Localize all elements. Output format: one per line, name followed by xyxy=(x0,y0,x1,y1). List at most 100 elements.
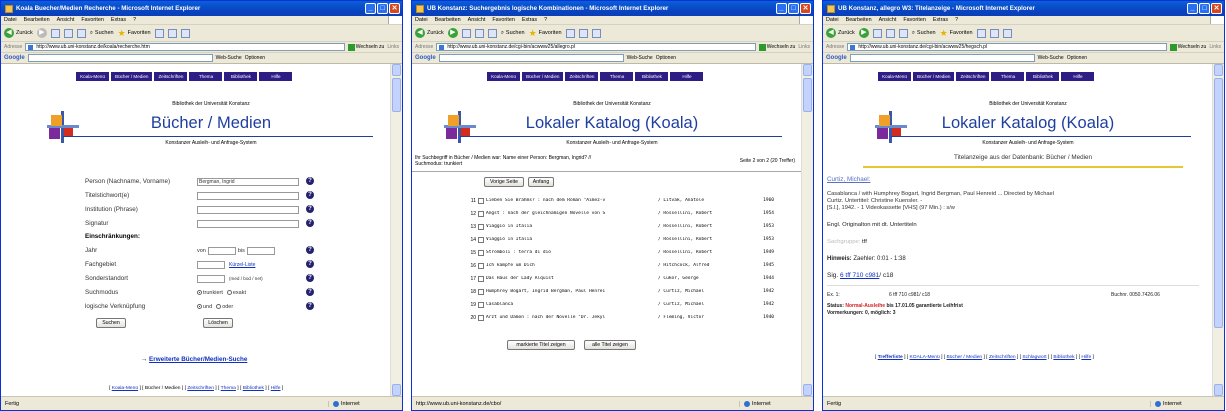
back-button[interactable]: ◀ Zurück xyxy=(826,28,855,38)
home-icon[interactable] xyxy=(76,28,86,38)
result-checkbox[interactable] xyxy=(478,288,484,295)
home-icon[interactable] xyxy=(898,28,908,38)
refresh-icon[interactable] xyxy=(885,28,895,38)
menu-edit[interactable]: Bearbeiten xyxy=(435,17,461,23)
logic-and-radio[interactable] xyxy=(197,304,202,309)
location-input[interactable] xyxy=(197,274,225,283)
menu-edit[interactable]: Bearbeiten xyxy=(846,17,872,23)
result-checkbox[interactable] xyxy=(478,301,484,308)
maximize-icon[interactable]: □ xyxy=(377,3,388,14)
history-icon[interactable] xyxy=(976,28,986,38)
footer-topic[interactable]: Thema xyxy=(221,386,236,391)
previous-page-button[interactable]: Vorige Seite xyxy=(484,177,524,187)
google-search-input[interactable] xyxy=(27,54,213,62)
scroll-up-icon[interactable] xyxy=(392,64,401,76)
favorites-button[interactable]: ★ Favoriten xyxy=(529,28,562,38)
search-button[interactable]: ⌕ Suchen xyxy=(501,30,525,37)
menu-tools[interactable]: Extras xyxy=(522,17,537,23)
nav-help[interactable]: Hilfe xyxy=(1061,72,1095,81)
favorites-button[interactable]: ★ Favoriten xyxy=(118,28,151,38)
clear-button[interactable]: Löschen xyxy=(203,318,233,328)
menu-help[interactable]: ? xyxy=(955,17,958,23)
favorites-button[interactable]: ★ Favoriten xyxy=(940,28,973,38)
nav-library[interactable]: Bibliothek xyxy=(1026,72,1060,81)
extended-search-link[interactable]: Erweiterte Bücher/Medien-Suche xyxy=(149,356,247,363)
search-button[interactable]: ⌕ Suchen xyxy=(912,30,936,37)
result-checkbox[interactable] xyxy=(478,223,484,230)
minimize-icon[interactable]: _ xyxy=(1187,3,1198,14)
menu-edit[interactable]: Bearbeiten xyxy=(24,17,50,23)
result-title[interactable]: Das Haus der Lady Alquist xyxy=(486,276,658,281)
menu-favorites[interactable]: Favoriten xyxy=(81,17,103,23)
institution-input[interactable] xyxy=(197,205,299,214)
mail-icon[interactable] xyxy=(989,28,999,38)
menu-help[interactable]: ? xyxy=(544,17,547,23)
search-submit-button[interactable]: Suchen xyxy=(96,318,126,328)
vertical-scrollbar[interactable] xyxy=(801,64,813,396)
back-button[interactable]: ◀ Zurück xyxy=(415,28,444,38)
menu-view[interactable]: Ansicht xyxy=(468,17,486,23)
nav-library[interactable]: Bibliothek xyxy=(224,72,258,81)
shortlist-link[interactable]: Kürzel-Liste xyxy=(229,262,255,268)
help-icon[interactable]: ? xyxy=(306,205,314,213)
menu-favorites[interactable]: Favoriten xyxy=(492,17,514,23)
result-title[interactable]: Stromboli : terra di dio xyxy=(486,250,658,255)
menu-tools[interactable]: Extras xyxy=(111,17,126,23)
year-from-input[interactable] xyxy=(207,246,236,255)
nav-books-media[interactable]: Bücher / Medien xyxy=(111,72,153,81)
result-checkbox[interactable] xyxy=(478,275,484,282)
nav-help[interactable]: Hilfe xyxy=(259,72,293,81)
forward-arrow-icon[interactable]: ▶ xyxy=(447,28,458,38)
vertical-scrollbar[interactable] xyxy=(390,64,402,396)
search-button[interactable]: ⌕ Suchen xyxy=(90,30,114,37)
footer-help[interactable]: Hilfe xyxy=(1081,355,1091,360)
menu-view[interactable]: Ansicht xyxy=(879,17,897,23)
go-button[interactable]: Wechseln zu xyxy=(758,43,795,51)
minimize-icon[interactable]: _ xyxy=(365,3,376,14)
scroll-down-icon[interactable] xyxy=(392,384,401,396)
nav-books-media[interactable]: Bücher / Medien xyxy=(522,72,564,81)
result-title[interactable]: Viaggio in Italia xyxy=(486,237,658,242)
footer-journals[interactable]: Zeitschriften xyxy=(989,355,1016,360)
footer-koala-menu[interactable]: Koala-Menü xyxy=(112,386,138,391)
result-checkbox[interactable] xyxy=(478,210,484,217)
result-checkbox[interactable] xyxy=(478,249,484,256)
start-button[interactable]: Anfang xyxy=(528,177,554,187)
nav-koala-menu[interactable]: Koala-Menü xyxy=(878,72,911,81)
nav-koala-menu[interactable]: Koala-Menü xyxy=(487,72,520,81)
footer-books-media[interactable]: Bücher / Medien xyxy=(947,355,983,360)
history-icon[interactable] xyxy=(154,28,164,38)
result-checkbox[interactable] xyxy=(478,197,484,204)
result-title[interactable]: Arzt und Dämon : nach der Novelle "Dr. J… xyxy=(486,315,658,320)
subject-input[interactable] xyxy=(197,260,225,269)
scroll-thumb[interactable] xyxy=(1214,78,1223,328)
result-checkbox[interactable] xyxy=(478,236,484,243)
author-link[interactable]: Curtiz, Michael: xyxy=(827,176,870,183)
show-all-button[interactable]: alle Titel zeigen xyxy=(584,340,636,350)
maximize-icon[interactable]: □ xyxy=(1199,3,1210,14)
footer-library[interactable]: Bibliothek xyxy=(243,386,264,391)
home-icon[interactable] xyxy=(487,28,497,38)
menu-view[interactable]: Ansicht xyxy=(57,17,75,23)
options-button[interactable]: Optionen xyxy=(1067,55,1087,61)
nav-topic[interactable]: Thema xyxy=(189,72,223,81)
stop-icon[interactable] xyxy=(872,28,882,38)
web-search-button[interactable]: Web-Suche xyxy=(627,55,653,61)
close-icon[interactable]: ✕ xyxy=(800,3,811,14)
nav-books-media[interactable]: Bücher / Medien xyxy=(913,72,955,81)
forward-arrow-icon[interactable]: ▶ xyxy=(36,28,47,38)
help-icon[interactable]: ? xyxy=(306,246,314,254)
links-label[interactable]: Links xyxy=(798,44,810,50)
menu-tools[interactable]: Extras xyxy=(933,17,948,23)
result-checkbox[interactable] xyxy=(478,314,484,321)
maximize-icon[interactable]: □ xyxy=(788,3,799,14)
mode-exact-radio[interactable] xyxy=(226,290,232,295)
links-label[interactable]: Links xyxy=(387,44,399,50)
menu-favorites[interactable]: Favoriten xyxy=(903,17,925,23)
refresh-icon[interactable] xyxy=(63,28,73,38)
links-label[interactable]: Links xyxy=(1209,44,1221,50)
help-icon[interactable]: ? xyxy=(306,302,314,310)
nav-journals[interactable]: Zeitschriften xyxy=(956,72,990,81)
footer-keyword[interactable]: Schlagwort xyxy=(1022,355,1046,360)
nav-topic[interactable]: Thema xyxy=(600,72,634,81)
